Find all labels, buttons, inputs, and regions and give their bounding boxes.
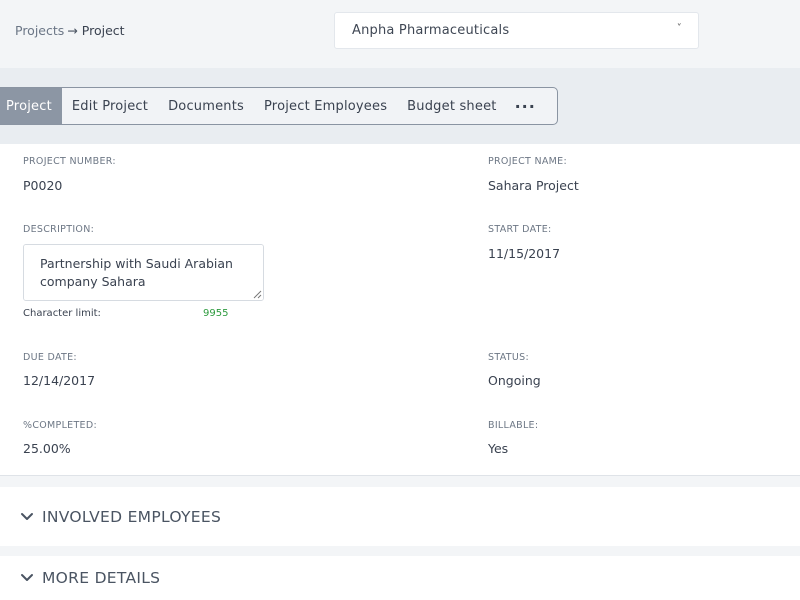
more-details-section[interactable]: MORE DETAILS bbox=[0, 556, 800, 600]
status-label: STATUS: bbox=[488, 352, 529, 363]
billable-value: Yes bbox=[488, 441, 509, 456]
tab-project-employees[interactable]: Project Employees bbox=[254, 88, 397, 124]
tab-strip: Project Edit Project Documents Project E… bbox=[0, 68, 800, 144]
tab-project[interactable]: Project bbox=[0, 88, 62, 124]
project-name-label: PROJECT NAME: bbox=[488, 156, 567, 167]
status-value: Ongoing bbox=[488, 373, 541, 388]
top-bar: Projects → Project Anpha Pharmaceuticals… bbox=[0, 0, 800, 64]
completed-label: %COMPLETED: bbox=[23, 420, 97, 431]
start-date-value: 11/15/2017 bbox=[488, 246, 561, 261]
character-limit-count: 9955 bbox=[203, 308, 229, 319]
project-number-value: P0020 bbox=[23, 178, 63, 193]
breadcrumb-arrow-icon: → bbox=[67, 23, 78, 38]
company-select[interactable]: Anpha Pharmaceuticals ˅ bbox=[334, 12, 699, 49]
project-details-panel: PROJECT NUMBER: P0020 PROJECT NAME: Saha… bbox=[0, 144, 800, 476]
breadcrumb-projects-link[interactable]: Projects bbox=[15, 23, 64, 38]
more-details-title: MORE DETAILS bbox=[42, 569, 161, 587]
chevron-down-icon: ˅ bbox=[676, 23, 682, 34]
character-limit-label: Character limit: bbox=[23, 308, 101, 319]
breadcrumb: Projects → Project bbox=[15, 23, 125, 38]
tab-edit-project[interactable]: Edit Project bbox=[62, 88, 158, 124]
involved-employees-section[interactable]: INVOLVED EMPLOYEES bbox=[0, 487, 800, 546]
due-date-label: DUE DATE: bbox=[23, 352, 77, 363]
involved-employees-title: INVOLVED EMPLOYEES bbox=[42, 507, 222, 526]
breadcrumb-current: Project bbox=[81, 23, 125, 38]
billable-label: BILLABLE: bbox=[488, 420, 539, 431]
description-label: DESCRIPTION: bbox=[23, 224, 95, 235]
chevron-down-icon bbox=[21, 512, 33, 520]
resize-grip-icon[interactable] bbox=[253, 290, 262, 299]
company-select-value: Anpha Pharmaceuticals bbox=[352, 23, 510, 38]
start-date-label: START DATE: bbox=[488, 224, 552, 235]
tab-budget-sheet[interactable]: Budget sheet bbox=[397, 88, 506, 124]
project-name-value: Sahara Project bbox=[488, 178, 579, 193]
project-number-label: PROJECT NUMBER: bbox=[23, 156, 116, 167]
more-tabs-icon[interactable]: ··· bbox=[507, 88, 546, 124]
project-tabs: Project Edit Project Documents Project E… bbox=[0, 87, 558, 125]
chevron-down-icon bbox=[21, 574, 33, 581]
tab-documents[interactable]: Documents bbox=[158, 88, 254, 124]
description-textarea[interactable]: Partnership with Saudi Arabian company S… bbox=[23, 244, 264, 301]
due-date-value: 12/14/2017 bbox=[23, 373, 96, 388]
completed-value: 25.00% bbox=[23, 441, 71, 456]
